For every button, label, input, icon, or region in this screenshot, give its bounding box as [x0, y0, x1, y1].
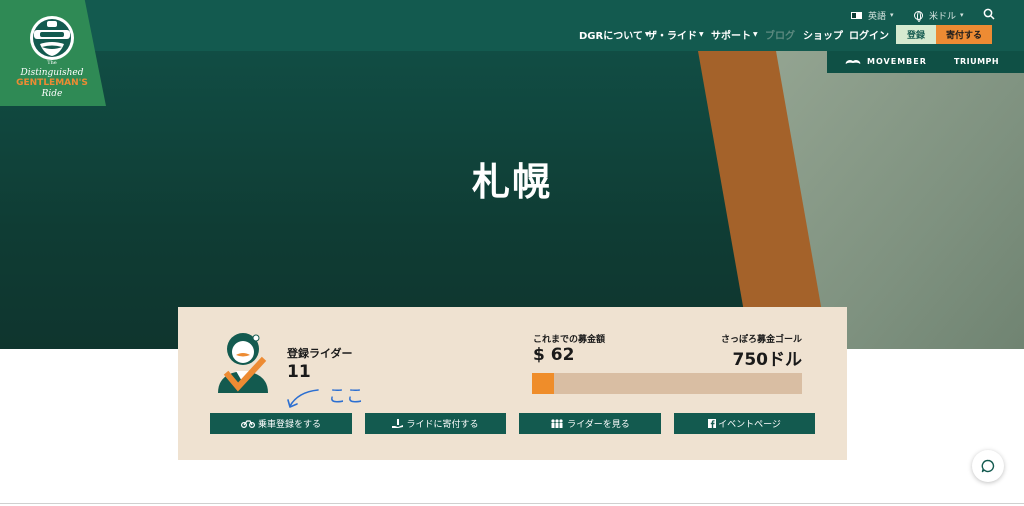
- nav-item-shop[interactable]: ショップ: [803, 26, 843, 42]
- globe-icon: [914, 10, 923, 22]
- nav-item-blog[interactable]: ブログ: [765, 26, 795, 42]
- goal-amount: 750ドル: [732, 350, 803, 370]
- mustache-icon: [845, 59, 861, 64]
- event-page-button-label: イベントページ: [718, 420, 781, 430]
- nav-item-shop-label: ショップ: [803, 30, 843, 42]
- chat-button[interactable]: [972, 450, 1004, 482]
- currency-selector[interactable]: 米ドル ▾: [914, 8, 964, 22]
- register-ride-button-label: 乗車登録をする: [257, 420, 321, 430]
- sponsor-triumph[interactable]: TRIUMPH: [954, 57, 999, 66]
- fundraising-progress-bar: [532, 373, 802, 394]
- fundraising-progress-fill: [532, 373, 554, 394]
- currency-label: 米ドル: [929, 11, 957, 22]
- logo-text-gentlemans: GENTLEMAN'S: [16, 78, 88, 88]
- people-icon: [551, 419, 563, 428]
- language-selector[interactable]: 英語 ▾: [851, 8, 894, 22]
- registered-riders-label: 登録ライダー: [287, 347, 353, 360]
- nav-item-blog-label: ブログ: [765, 30, 795, 42]
- nav-item-support[interactable]: サポート ▼: [711, 26, 758, 42]
- register-ride-button[interactable]: 乗車登録をする: [210, 413, 352, 434]
- language-label: 英語: [868, 11, 887, 22]
- sponsor-movember[interactable]: MOVEMBER: [845, 57, 927, 66]
- annotation-text: ここ: [328, 386, 364, 407]
- nav-item-login-label: ログイン: [849, 30, 889, 42]
- motorcycle-icon: [240, 420, 255, 428]
- donate-to-ride-button-label: ライドに寄付する: [406, 420, 479, 430]
- raised-amount: $ 62: [533, 345, 575, 365]
- page: 札幌 The Distinguished GENTLEMAN'S Ride 英語…: [0, 0, 1024, 506]
- chevron-down-icon: ▾: [960, 11, 964, 19]
- hero-banner: 札幌: [0, 51, 1024, 349]
- event-page-button[interactable]: イベントページ: [674, 413, 815, 434]
- chevron-down-icon: ▾: [890, 11, 894, 19]
- logo-wordmark-icon: The Distinguished GENTLEMAN'S Ride: [16, 60, 88, 99]
- nav-item-about[interactable]: DGRについて ▼: [579, 26, 650, 42]
- donate-to-ride-button[interactable]: ライドに寄付する: [365, 413, 506, 434]
- hand-donate-icon: [392, 419, 404, 428]
- chat-bubble-icon: [981, 459, 995, 473]
- register-button[interactable]: 登録: [896, 25, 936, 44]
- language-flag-icon: [851, 11, 862, 19]
- nav-item-about-label: DGRについて: [579, 30, 643, 42]
- view-riders-button[interactable]: ライダーを見る: [519, 413, 661, 434]
- facebook-icon: [708, 419, 717, 428]
- raised-label: これまでの募金額: [533, 335, 606, 345]
- search-icon[interactable]: [983, 8, 995, 20]
- handwritten-annotation: ここ: [287, 386, 364, 408]
- nav-item-the-ride-label: ザ・ライド: [647, 30, 697, 42]
- logo-text-the: The: [47, 60, 57, 66]
- sponsor-movember-label: MOVEMBER: [867, 57, 927, 66]
- chevron-down-icon: ▼: [699, 30, 704, 38]
- nav-item-the-ride[interactable]: ザ・ライド ▼: [647, 26, 704, 42]
- donate-button[interactable]: 寄付する: [936, 25, 992, 44]
- chevron-down-icon: ▼: [753, 30, 758, 38]
- logo-text-distinguished: Distinguished: [20, 68, 84, 78]
- page-divider: [0, 503, 1024, 504]
- registered-riders-count: 11: [287, 362, 311, 382]
- nav-item-support-label: サポート: [711, 30, 751, 42]
- goal-label: さっぽろ募金ゴール: [720, 335, 802, 345]
- view-riders-button-label: ライダーを見る: [567, 420, 630, 430]
- logo-text-ride: Ride: [41, 89, 63, 99]
- page-title: 札幌: [471, 160, 552, 204]
- rider-avatar-icon: [218, 333, 268, 393]
- nav-item-login[interactable]: ログイン: [849, 26, 889, 42]
